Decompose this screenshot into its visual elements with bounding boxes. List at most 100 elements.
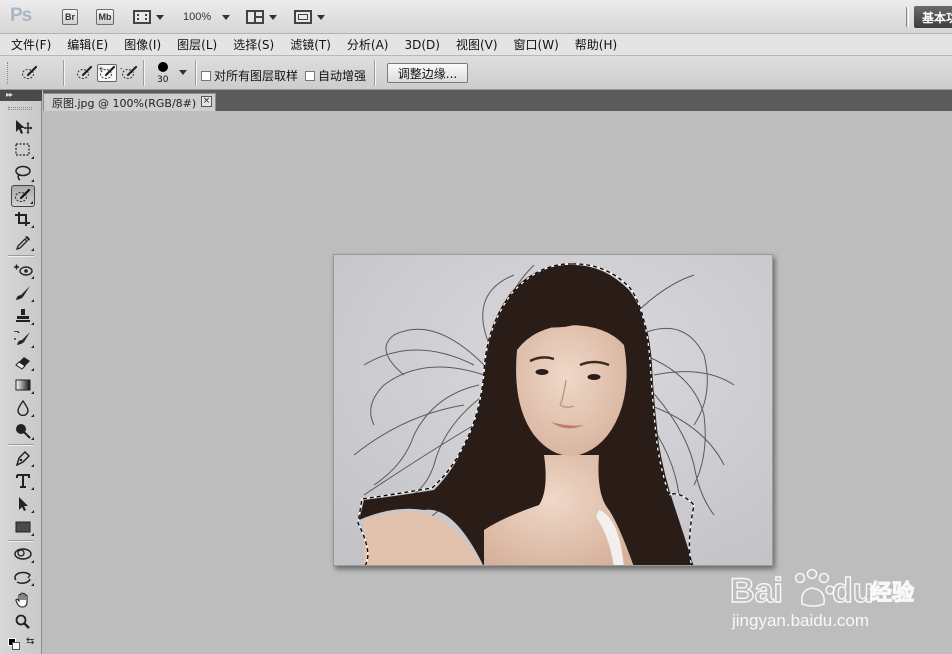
- divider: [63, 60, 65, 86]
- workspace-switcher-button[interactable]: 基本功能: [914, 6, 952, 28]
- history-brush-icon: [14, 331, 30, 345]
- svg-text:+: +: [98, 65, 104, 73]
- photoshop-logo: Ps: [10, 5, 32, 26]
- new-selection-icon: [77, 65, 93, 79]
- chevron-down-icon: [222, 14, 231, 20]
- baidu-paw-icon: [794, 568, 835, 607]
- checkbox-icon: [201, 70, 211, 81]
- flyout-indicator-icon: [31, 464, 34, 467]
- path-selection-arrow-icon: [19, 497, 28, 511]
- panel-grip[interactable]: [8, 107, 32, 110]
- crop-icon: [15, 212, 30, 226]
- tool-clone-stamp[interactable]: [11, 305, 35, 327]
- view-extras-dropdown[interactable]: [133, 9, 164, 25]
- new-selection-button[interactable]: [75, 64, 95, 82]
- tool-dodge[interactable]: [11, 420, 35, 442]
- tool-path-selection[interactable]: [11, 493, 35, 515]
- arrange-documents-dropdown[interactable]: [246, 9, 277, 25]
- auto-enhance-checkbox[interactable]: 自动增强: [305, 67, 366, 84]
- add-to-selection-icon: +: [98, 65, 116, 79]
- flyout-indicator-icon: [31, 560, 34, 563]
- brush-size-value: 30: [157, 75, 169, 85]
- tool-blur[interactable]: [11, 397, 35, 419]
- screen-mode-dropdown[interactable]: [294, 9, 325, 25]
- flyout-indicator-icon: [30, 201, 33, 204]
- rectangle-shape-icon: [15, 521, 31, 533]
- menu-analysis[interactable]: 分析(A): [347, 36, 389, 53]
- tool-zoom[interactable]: [11, 611, 35, 633]
- tool-hand[interactable]: [11, 589, 35, 611]
- document-tab[interactable]: 原图.jpg @ 100%(RGB/8#) ×: [43, 93, 216, 111]
- tool-crop[interactable]: [11, 208, 35, 230]
- menu-filter[interactable]: 滤镜(T): [290, 36, 331, 53]
- menu-bar: 文件(F) 编辑(E) 图像(I) 图层(L) 选择(S) 滤镜(T) 分析(A…: [0, 34, 952, 56]
- menu-edit[interactable]: 编辑(E): [67, 36, 108, 53]
- tool-3d-rotate[interactable]: [11, 543, 35, 565]
- tool-preset-picker[interactable]: [20, 64, 40, 82]
- pen-icon: [15, 450, 31, 466]
- menu-window[interactable]: 窗口(W): [514, 36, 559, 53]
- tool-brush[interactable]: [11, 282, 35, 304]
- tool-shape[interactable]: [11, 516, 35, 538]
- tool-history-brush[interactable]: [11, 328, 35, 350]
- divider: [374, 60, 376, 86]
- rectangular-marquee-icon: [15, 143, 30, 156]
- baidu-jingyan-watermark: Bai du 经验 jingyan.baidu.com: [729, 564, 940, 639]
- tool-quick-selection[interactable]: [11, 185, 35, 207]
- tools-panel-header[interactable]: ▸▸: [0, 90, 42, 101]
- tool-move[interactable]: [11, 116, 35, 138]
- options-bar-grip[interactable]: [7, 62, 10, 84]
- zoom-level-value: 100%: [183, 11, 212, 23]
- chevron-down-icon[interactable]: [179, 70, 187, 75]
- menu-select[interactable]: 选择(S): [233, 36, 274, 53]
- spot-healing-brush-icon: [14, 264, 33, 276]
- dodge-icon: [16, 424, 31, 439]
- flyout-indicator-icon: [31, 414, 34, 417]
- image-document[interactable]: [333, 254, 773, 566]
- arrange-documents-icon: [246, 10, 264, 24]
- swap-colors-icon[interactable]: ⇆: [26, 636, 34, 647]
- launch-bridge-button[interactable]: Br: [62, 9, 78, 25]
- move-icon: [16, 120, 33, 134]
- background-color-swatch[interactable]: [12, 642, 20, 650]
- menu-layer[interactable]: 图层(L): [177, 36, 217, 53]
- menu-help[interactable]: 帮助(H): [575, 36, 617, 53]
- portrait-photo: [334, 255, 772, 565]
- menu-file[interactable]: 文件(F): [11, 36, 51, 53]
- 3d-rotate-icon: [14, 548, 32, 560]
- tool-eraser[interactable]: [11, 351, 35, 373]
- tool-gradient[interactable]: [11, 374, 35, 396]
- tool-pen[interactable]: [11, 447, 35, 469]
- menu-view[interactable]: 视图(V): [456, 36, 498, 53]
- checkbox-icon: [305, 70, 315, 81]
- watermark-jingyan: 经验: [870, 580, 914, 606]
- tool-3d-orbit[interactable]: [11, 566, 35, 588]
- menu-3d[interactable]: 3D(D): [404, 38, 439, 52]
- svg-text:-: -: [120, 65, 123, 73]
- tool-lasso[interactable]: [11, 162, 35, 184]
- view-extras-icon: [133, 10, 151, 24]
- launch-mini-bridge-button[interactable]: Mb: [96, 9, 114, 25]
- sample-all-layers-checkbox[interactable]: 对所有图层取样: [201, 67, 298, 84]
- refine-edge-button[interactable]: 调整边缘...: [387, 63, 468, 83]
- tool-marquee[interactable]: [11, 139, 35, 161]
- tool-type[interactable]: [11, 470, 35, 492]
- tool-spot-healing[interactable]: [11, 259, 35, 281]
- brush-picker[interactable]: [158, 62, 168, 72]
- flyout-indicator-icon: [31, 368, 34, 371]
- zoom-level-dropdown[interactable]: 100%: [183, 9, 231, 25]
- flyout-indicator-icon: [31, 533, 34, 536]
- close-tab-icon[interactable]: ×: [201, 96, 212, 107]
- tool-eyedropper[interactable]: [11, 231, 35, 253]
- menu-image[interactable]: 图像(I): [124, 36, 161, 53]
- flyout-indicator-icon: [31, 225, 34, 228]
- divider: [195, 60, 197, 86]
- flyout-indicator-icon: [31, 437, 34, 440]
- flyout-indicator-icon: [31, 179, 34, 182]
- flyout-indicator-icon: [31, 248, 34, 251]
- chevron-down-icon: [317, 14, 325, 20]
- options-bar: + -: [0, 56, 952, 132]
- application-bar: Ps Br Mb 100% 基本功能: [0, 0, 952, 34]
- add-to-selection-button[interactable]: +: [97, 64, 117, 82]
- subtract-from-selection-button[interactable]: -: [119, 64, 139, 82]
